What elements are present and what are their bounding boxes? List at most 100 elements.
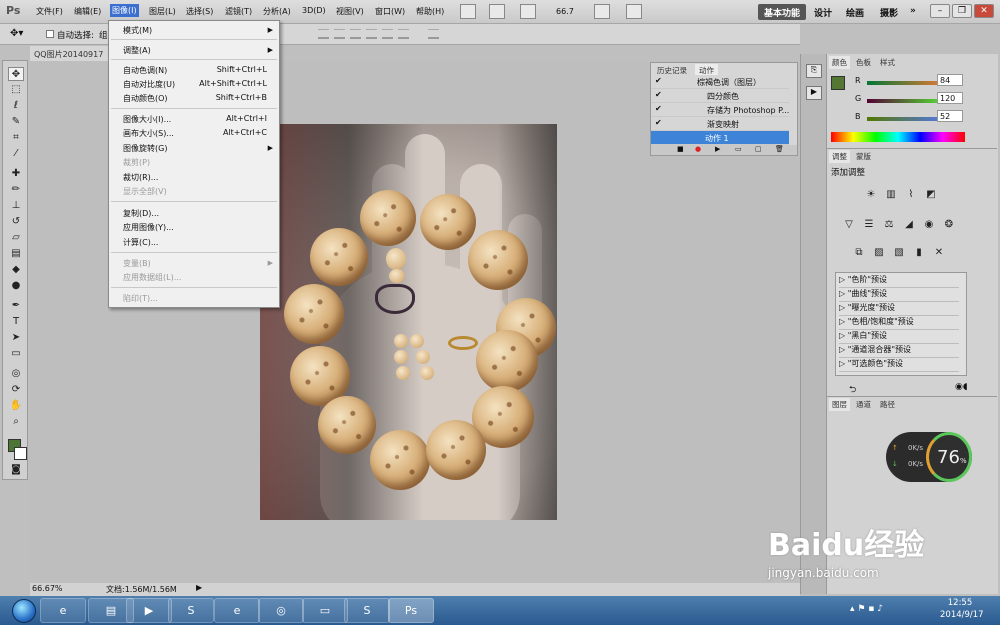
sogou-taskbar-icon[interactable]: S: [168, 598, 214, 623]
menu-item-image-size[interactable]: 图像大小(I)...: [123, 114, 171, 125]
posterize-icon[interactable]: ▨: [871, 246, 887, 260]
hue-sat-icon[interactable]: ☰: [861, 218, 877, 232]
preset-exposure[interactable]: ▷ "曝光度"预设: [839, 302, 959, 316]
tab-layers[interactable]: 图层: [829, 398, 850, 411]
blur-tool-icon[interactable]: ◆: [8, 263, 24, 277]
preset-hue-sat[interactable]: ▷ "色相/饱和度"预设: [839, 316, 959, 330]
3d-orbit-tool-icon[interactable]: ⟳: [8, 383, 24, 397]
checkmark-icon[interactable]: ✔: [655, 90, 664, 100]
action-row-selected[interactable]: 动作 1: [651, 131, 789, 145]
shape-tool-icon[interactable]: ▭: [8, 347, 24, 361]
menu-item-canvas-size[interactable]: 画布大小(S)...: [123, 128, 174, 139]
menu-3d[interactable]: 3D(D): [302, 6, 326, 15]
slider-g[interactable]: G 120: [827, 92, 997, 106]
browser-taskbar-icon[interactable]: e: [214, 598, 260, 623]
menu-item-auto-tone[interactable]: 自动色调(N): [123, 65, 167, 76]
r-value[interactable]: 84: [937, 74, 963, 86]
menu-edit[interactable]: 编辑(E): [74, 6, 101, 17]
menu-window[interactable]: 窗口(W): [375, 6, 405, 17]
taskbar-clock[interactable]: 12:55 2014/9/17: [940, 597, 984, 621]
360-browser-taskbar-icon[interactable]: ◎: [258, 598, 304, 623]
action-row[interactable]: ✔ 渐变映射: [651, 117, 789, 131]
expand-icon[interactable]: ▷: [839, 303, 848, 312]
brush-tool-icon[interactable]: ✏: [8, 183, 24, 197]
record-icon[interactable]: ●: [695, 145, 701, 153]
tab-color[interactable]: 颜色: [829, 56, 850, 69]
align-bottom-icon[interactable]: [350, 29, 361, 39]
menu-item-trim[interactable]: 裁切(R)...: [123, 172, 158, 183]
tab-masks[interactable]: 蒙版: [853, 150, 874, 163]
menu-image[interactable]: 图像(I): [110, 4, 139, 17]
play-icon[interactable]: ▶: [715, 145, 720, 153]
expand-icon[interactable]: ▷: [839, 359, 848, 368]
type-tool-icon[interactable]: T: [8, 315, 24, 329]
expand-icon[interactable]: ▷: [839, 345, 848, 354]
selective-color-icon[interactable]: ✕: [931, 246, 947, 260]
vibrance-icon[interactable]: ▽: [841, 218, 857, 232]
menu-item-adjust[interactable]: 调整(A): [123, 45, 151, 56]
arrange-icon[interactable]: [594, 4, 610, 19]
screen-mode-icon[interactable]: [626, 4, 642, 19]
quick-mask-icon[interactable]: ◙: [8, 463, 24, 477]
menu-item-duplicate[interactable]: 复制(D)...: [123, 208, 159, 219]
workspace-photography[interactable]: 摄影: [874, 4, 904, 20]
menu-select[interactable]: 选择(S): [186, 6, 213, 17]
dodge-tool-icon[interactable]: ●: [8, 279, 24, 293]
quick-select-tool-icon[interactable]: ✎: [8, 115, 24, 129]
autoselect-dropdown[interactable]: 组: [99, 29, 108, 41]
menu-item-auto-contrast[interactable]: 自动对比度(U): [123, 79, 175, 90]
black-white-icon[interactable]: ◢: [901, 218, 917, 232]
auto-align-icon[interactable]: [428, 29, 439, 39]
menu-file[interactable]: 文件(F): [36, 6, 63, 17]
move-tool-icon[interactable]: ✥: [8, 67, 24, 81]
zoom-status[interactable]: 66.67%: [32, 584, 63, 593]
new-set-icon[interactable]: ▭: [735, 145, 742, 153]
menu-help[interactable]: 帮助(H): [416, 6, 444, 17]
tab-history[interactable]: 历史记录: [653, 64, 691, 75]
history-brush-tool-icon[interactable]: ↺: [8, 215, 24, 229]
expand-icon[interactable]: ▷: [839, 317, 848, 326]
move-tool-preset-icon[interactable]: ✥▾: [10, 28, 23, 39]
invert-icon[interactable]: ⧉: [851, 246, 867, 260]
slider-b[interactable]: B 52: [827, 110, 997, 124]
gradient-map-icon[interactable]: ▮: [911, 246, 927, 260]
start-button[interactable]: [4, 596, 44, 625]
threshold-icon[interactable]: ▧: [891, 246, 907, 260]
zoom-tool-icon[interactable]: ⌕: [8, 415, 24, 429]
menu-item-auto-color[interactable]: 自动颜色(O): [123, 93, 168, 104]
tab-adjustments[interactable]: 调整: [829, 150, 850, 163]
checkmark-icon[interactable]: ✔: [655, 118, 664, 128]
close-icon[interactable]: ✕: [974, 4, 994, 18]
menu-item-image-rotation[interactable]: 图像旋转(G): [123, 143, 167, 154]
curves-icon[interactable]: ⌇: [903, 188, 919, 202]
marquee-tool-icon[interactable]: ⬚: [8, 83, 24, 97]
photoshop-taskbar-icon[interactable]: Ps: [388, 598, 434, 623]
extras-icon[interactable]: [520, 4, 536, 19]
slider-r[interactable]: R 84: [827, 74, 997, 88]
new-action-icon[interactable]: ▢: [755, 145, 762, 153]
minimize-icon[interactable]: –: [930, 4, 950, 18]
g-value[interactable]: 120: [937, 92, 963, 104]
preset-black-white[interactable]: ▷ "黑白"预设: [839, 330, 959, 344]
workspace-painting[interactable]: 绘画: [840, 4, 870, 20]
workspace-basic[interactable]: 基本功能: [758, 4, 807, 20]
preset-levels[interactable]: ▷ "色阶"预设: [839, 274, 959, 288]
eraser-tool-icon[interactable]: ▱: [8, 231, 24, 245]
stop-icon[interactable]: ■: [677, 145, 684, 153]
align-right-icon[interactable]: [398, 29, 409, 39]
b-value[interactable]: 52: [937, 110, 963, 122]
tab-actions[interactable]: 动作: [695, 64, 718, 75]
color-balance-icon[interactable]: ⚖: [881, 218, 897, 232]
channel-mixer-icon[interactable]: ❂: [941, 218, 957, 232]
menu-item-mode[interactable]: 模式(M): [123, 25, 152, 36]
restore-icon[interactable]: ❐: [952, 4, 972, 18]
bridge-icon[interactable]: [460, 4, 476, 19]
photo-filter-icon[interactable]: ◉: [921, 218, 937, 232]
brightness-icon[interactable]: ☀: [863, 188, 879, 202]
tray-icons[interactable]: ▴ ⚑ ▪ ♪: [850, 604, 883, 614]
hand-tool-icon[interactable]: ✋: [8, 399, 24, 413]
zoom-level[interactable]: 66.7: [556, 7, 574, 16]
menu-item-calculations[interactable]: 计算(C)...: [123, 237, 158, 248]
tab-channels[interactable]: 通道: [853, 398, 874, 411]
tab-styles[interactable]: 样式: [877, 56, 898, 69]
